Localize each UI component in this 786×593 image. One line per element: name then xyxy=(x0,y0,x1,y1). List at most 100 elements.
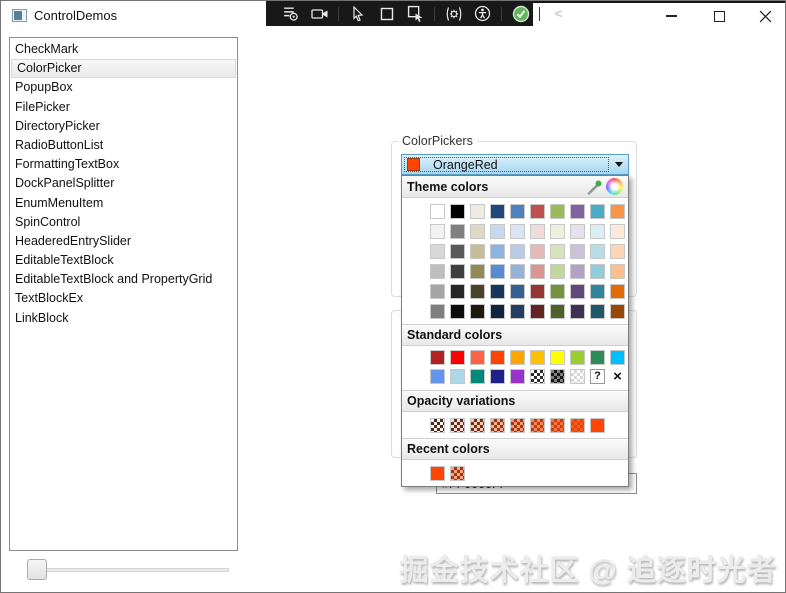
color-swatch[interactable] xyxy=(430,466,445,481)
list-item[interactable]: TextBlockEx xyxy=(10,289,237,308)
color-swatch[interactable] xyxy=(450,244,465,259)
color-swatch[interactable] xyxy=(590,284,605,299)
color-swatch[interactable] xyxy=(510,418,525,433)
color-swatch[interactable] xyxy=(450,350,465,365)
cursor-button[interactable] xyxy=(347,3,368,24)
color-swatch[interactable] xyxy=(530,418,545,433)
color-swatch[interactable] xyxy=(610,224,625,239)
minimize-button[interactable] xyxy=(649,1,693,31)
color-swatch[interactable] xyxy=(530,304,545,319)
confirm-button[interactable] xyxy=(510,3,531,24)
list-item[interactable]: HeaderedEntrySlider xyxy=(10,232,237,251)
color-swatch[interactable] xyxy=(610,204,625,219)
color-swatch[interactable] xyxy=(470,204,485,219)
color-swatch[interactable] xyxy=(430,350,445,365)
color-swatch[interactable] xyxy=(530,350,545,365)
color-swatch[interactable] xyxy=(430,304,445,319)
color-swatch[interactable] xyxy=(570,224,585,239)
list-item[interactable]: ColorPicker xyxy=(11,59,236,79)
color-swatch[interactable] xyxy=(430,244,445,259)
list-item[interactable]: EnumMenuItem xyxy=(10,194,237,213)
color-swatch[interactable] xyxy=(510,350,525,365)
color-swatch[interactable] xyxy=(550,244,565,259)
color-swatch[interactable] xyxy=(530,369,545,384)
color-swatch[interactable] xyxy=(610,304,625,319)
list-item[interactable]: LinkBlock xyxy=(10,309,237,328)
color-swatch[interactable] xyxy=(450,284,465,299)
color-swatch[interactable] xyxy=(490,304,505,319)
color-swatch[interactable] xyxy=(450,369,465,384)
color-swatch[interactable] xyxy=(550,204,565,219)
list-item[interactable]: PopupBox xyxy=(10,78,237,97)
list-item[interactable]: CheckMark xyxy=(10,40,237,59)
color-swatch[interactable] xyxy=(510,244,525,259)
color-swatch[interactable] xyxy=(570,350,585,365)
color-swatch[interactable] xyxy=(570,369,585,384)
color-swatch[interactable] xyxy=(490,264,505,279)
color-swatch[interactable] xyxy=(450,224,465,239)
list-item[interactable]: EditableTextBlock and PropertyGrid xyxy=(10,270,237,289)
color-swatch[interactable] xyxy=(450,466,465,481)
custom-color-swatch[interactable]: ? xyxy=(590,369,605,384)
color-swatch[interactable] xyxy=(570,304,585,319)
color-swatch[interactable] xyxy=(450,418,465,433)
color-swatch[interactable] xyxy=(590,224,605,239)
slider-thumb[interactable] xyxy=(27,559,47,580)
color-swatch[interactable] xyxy=(590,418,605,433)
color-wheel-icon[interactable] xyxy=(606,178,623,195)
region-frame-button[interactable] xyxy=(376,3,397,24)
cursor-region-button[interactable] xyxy=(405,3,426,24)
color-swatch[interactable] xyxy=(490,204,505,219)
color-swatch[interactable] xyxy=(430,224,445,239)
element-picker-button[interactable] xyxy=(280,3,301,24)
color-swatch[interactable] xyxy=(470,264,485,279)
color-swatch[interactable] xyxy=(570,244,585,259)
color-swatch[interactable] xyxy=(550,284,565,299)
color-swatch[interactable] xyxy=(470,224,485,239)
color-swatch[interactable] xyxy=(590,304,605,319)
slider-track[interactable] xyxy=(31,568,229,572)
list-item[interactable]: DockPanelSplitter xyxy=(10,174,237,193)
color-swatch[interactable] xyxy=(550,264,565,279)
color-swatch[interactable] xyxy=(550,224,565,239)
color-swatch[interactable] xyxy=(490,350,505,365)
color-swatch[interactable] xyxy=(430,284,445,299)
color-swatch[interactable] xyxy=(510,284,525,299)
color-swatch[interactable] xyxy=(570,204,585,219)
color-swatch[interactable] xyxy=(570,418,585,433)
list-item[interactable]: FormattingTextBox xyxy=(10,155,237,174)
color-swatch[interactable] xyxy=(590,244,605,259)
color-swatch[interactable] xyxy=(570,264,585,279)
color-swatch[interactable] xyxy=(470,418,485,433)
color-swatch[interactable] xyxy=(450,264,465,279)
color-swatch[interactable] xyxy=(450,304,465,319)
color-swatch[interactable] xyxy=(490,418,505,433)
color-swatch[interactable] xyxy=(490,284,505,299)
color-swatch[interactable] xyxy=(470,304,485,319)
colorpicker-combobox[interactable]: OrangeRed xyxy=(401,154,629,175)
list-item[interactable]: RadioButtonList xyxy=(10,136,237,155)
color-swatch[interactable] xyxy=(610,244,625,259)
color-swatch[interactable] xyxy=(550,418,565,433)
color-swatch[interactable] xyxy=(470,350,485,365)
color-swatch[interactable] xyxy=(490,369,505,384)
eyedropper-icon[interactable] xyxy=(587,179,603,195)
color-swatch[interactable] xyxy=(550,369,565,384)
settings-button[interactable] xyxy=(443,3,464,24)
color-swatch[interactable] xyxy=(590,204,605,219)
collapse-toolbar-button[interactable]: < xyxy=(548,3,569,24)
color-swatch[interactable] xyxy=(510,304,525,319)
color-swatch[interactable] xyxy=(430,369,445,384)
color-swatch[interactable] xyxy=(610,350,625,365)
color-swatch[interactable] xyxy=(510,369,525,384)
color-swatch[interactable] xyxy=(530,204,545,219)
color-swatch[interactable] xyxy=(530,224,545,239)
color-swatch[interactable] xyxy=(530,244,545,259)
close-button[interactable] xyxy=(743,1,785,31)
color-swatch[interactable] xyxy=(530,284,545,299)
color-swatch[interactable] xyxy=(450,204,465,219)
color-swatch[interactable] xyxy=(510,224,525,239)
color-swatch[interactable] xyxy=(550,350,565,365)
color-swatch[interactable] xyxy=(570,284,585,299)
color-swatch[interactable] xyxy=(530,264,545,279)
